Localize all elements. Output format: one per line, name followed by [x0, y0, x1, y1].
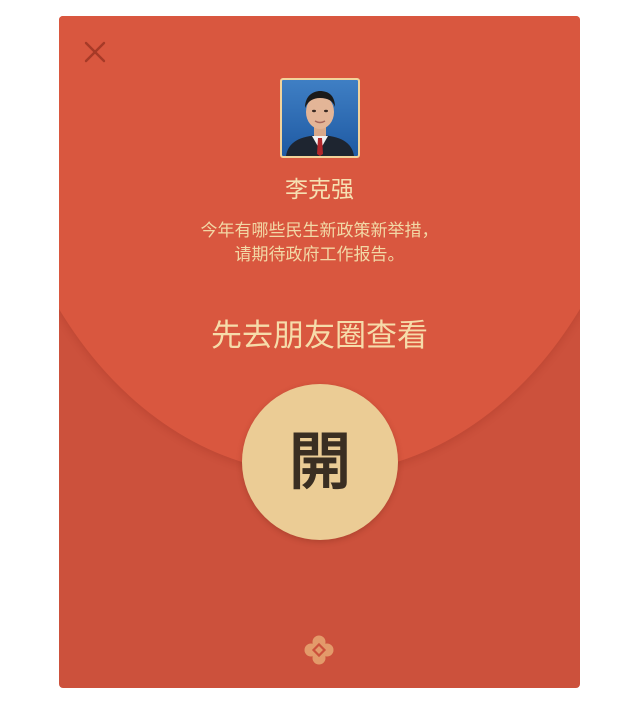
wish-message: 今年有哪些民生新政策新举措， 请期待政府工作报告。	[59, 219, 580, 267]
open-button[interactable]: 開	[242, 384, 398, 540]
avatar	[280, 78, 360, 158]
close-icon[interactable]	[81, 38, 109, 66]
view-moments-link[interactable]: 先去朋友圈查看	[59, 314, 580, 358]
wish-line: 请期待政府工作报告。	[234, 245, 405, 265]
sender-name: 李克强	[285, 177, 354, 203]
red-packet-logo-icon	[303, 634, 335, 666]
open-button-label: 開	[288, 425, 351, 498]
wish-line: 今年有哪些民生新政策新举措，	[200, 221, 439, 241]
red-packet-envelope: 李克强 今年有哪些民生新政策新举措， 请期待政府工作报告。 先去朋友圈查看 開	[59, 16, 580, 688]
